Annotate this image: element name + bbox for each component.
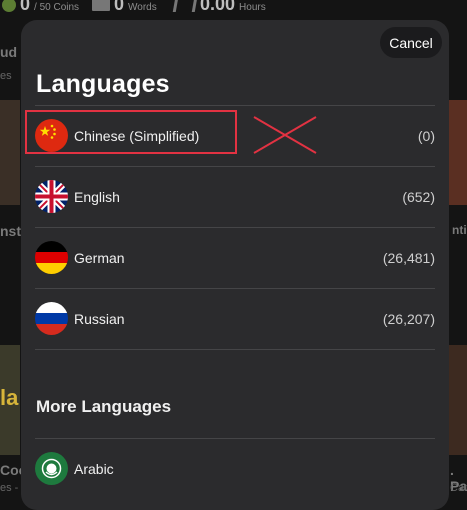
words-label: Words xyxy=(128,2,157,13)
language-count: (0) xyxy=(417,128,435,144)
language-row-english[interactable]: English (652) xyxy=(35,166,435,227)
hours-label: Hours xyxy=(239,2,266,13)
stats-bar: 0 / 50 Coins 0 Words 0.00 Hours xyxy=(0,0,467,14)
modal-title: Languages xyxy=(36,70,170,98)
russia-flag-icon xyxy=(35,302,68,335)
bg-card-sub-fragment: es - xyxy=(0,482,19,494)
language-row-russian[interactable]: Russian (26,207) xyxy=(35,288,435,350)
bg-card-thumbnail xyxy=(448,100,467,205)
germany-flag-icon xyxy=(35,241,68,274)
language-row-arabic[interactable]: Arabic xyxy=(35,438,435,499)
language-name: Arabic xyxy=(74,461,114,477)
coins-label: / 50 Coins xyxy=(34,2,80,13)
bg-card-thumbnail xyxy=(0,100,20,205)
bg-card-sub-fragment: es xyxy=(0,70,12,82)
bg-card-thumbnail xyxy=(448,345,467,455)
language-name: English xyxy=(74,189,120,205)
bg-card-title-fragment: nst xyxy=(0,223,21,239)
bg-card-thumbnail: la xyxy=(0,345,20,455)
hours-value: 0.00 xyxy=(200,0,236,14)
leaf-icon xyxy=(172,0,198,12)
coins-stat: 0 / 50 Coins xyxy=(2,0,79,15)
bg-card-sub-fragment: Cano xyxy=(450,482,467,494)
words-value: 0 xyxy=(114,0,125,14)
uk-flag-icon xyxy=(35,180,68,213)
more-languages-heading: More Languages xyxy=(36,397,172,416)
language-row-german[interactable]: German (26,481) xyxy=(35,227,435,288)
coins-value: 0 xyxy=(20,0,31,14)
language-count: (652) xyxy=(402,189,435,205)
cancel-button[interactable]: Cancel xyxy=(380,27,442,58)
languages-modal: Cancel Languages Chinese (Simplified) (0… xyxy=(21,20,449,510)
bg-card-title-fragment: ntic xyxy=(452,223,467,237)
coin-icon xyxy=(2,0,16,12)
cross-mark-icon xyxy=(253,116,317,154)
book-icon xyxy=(92,0,110,11)
words-stat: 0 Words xyxy=(92,0,157,15)
language-count: (26,481) xyxy=(382,250,435,266)
language-count: (26,207) xyxy=(382,311,435,327)
arab-league-flag-icon xyxy=(35,452,68,485)
bg-card-title-fragment: ud xyxy=(0,44,18,60)
highlight-box xyxy=(25,110,237,154)
language-name: Russian xyxy=(74,311,125,327)
language-name: German xyxy=(74,250,125,266)
more-language-list: Arabic xyxy=(21,438,449,499)
hours-stat: 0.00 Hours xyxy=(172,0,266,15)
